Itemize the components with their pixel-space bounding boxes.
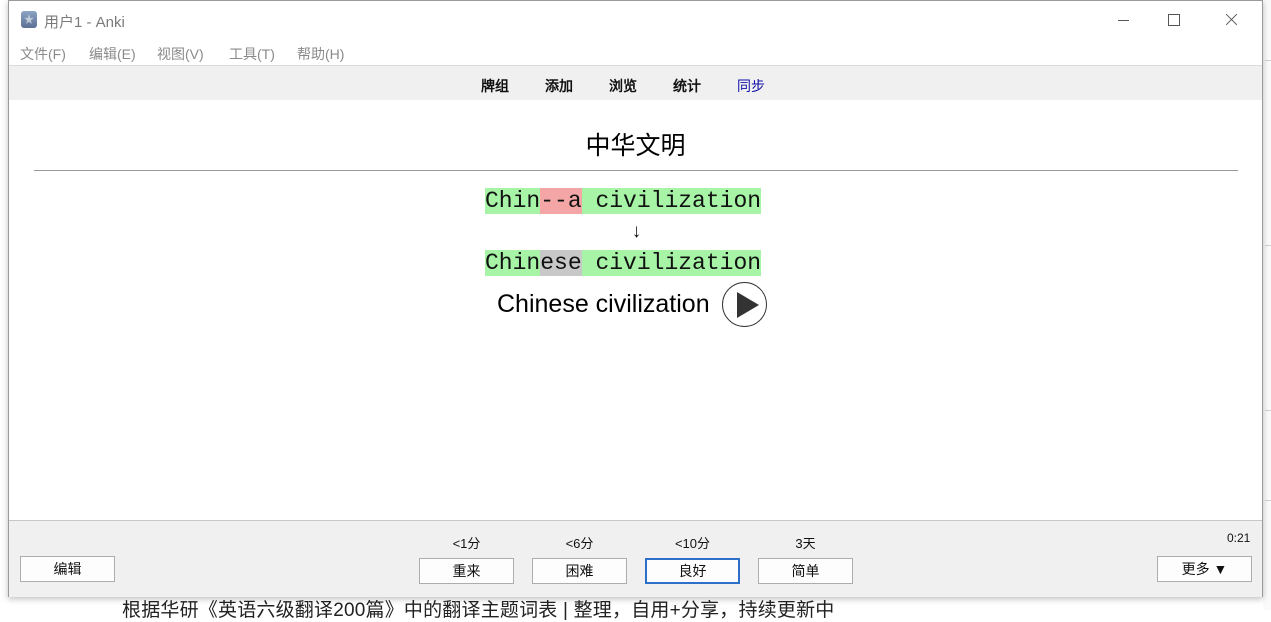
again-interval: <1分 [452,536,481,551]
review-bottom-bar: 编辑 <1分 <6分 <10分 3天 重来 困难 良好 简单 0:21 更多 ▼ [9,520,1262,597]
toolbar-browse-link[interactable]: 浏览 [609,76,637,96]
typed-match-segment: Chin [485,188,541,214]
comparison-arrow: ↓ [631,221,642,242]
toolbar-sync-link[interactable]: 同步 [737,76,765,96]
menu-tools[interactable]: 工具(T) [229,44,275,64]
anki-window: 用户1 - Anki 文件(F) 编辑(E) 视图(V) 工具(T) 帮助(H)… [8,0,1263,597]
background-page-text: 根据华研《英语六级翻译200篇》中的翻译主题词表 | 整理，自用+分享，持续更新… [122,600,835,621]
maximize-icon[interactable] [1151,5,1197,35]
easy-interval: 3天 [795,536,816,551]
menu-view[interactable]: 视图(V) [157,44,204,64]
toolbar-decks-link[interactable]: 牌组 [481,76,509,96]
good-button[interactable]: 良好 [645,558,740,584]
typed-wrong-segment: --a [540,188,582,214]
easy-button[interactable]: 简单 [758,558,853,584]
correct-missing-segment: ese [540,250,582,276]
card-divider [34,170,1238,171]
good-interval: <10分 [674,536,711,551]
play-audio-button[interactable] [722,282,767,327]
card-answer-text: Chinese civilization [497,290,710,318]
menu-help[interactable]: 帮助(H) [297,44,344,64]
title-bar[interactable]: 用户1 - Anki [9,1,1262,39]
more-button[interactable]: 更多 ▼ [1157,556,1252,582]
hard-button[interactable]: 困难 [532,558,627,584]
close-icon[interactable] [1208,5,1254,35]
window-title: 用户1 - Anki [44,14,125,31]
minimize-icon[interactable] [1101,5,1147,35]
toolbar-stats-link[interactable]: 统计 [673,76,701,96]
main-toolbar: 牌组 添加 浏览 统计 同步 [9,65,1262,100]
toolbar-add-link[interactable]: 添加 [545,76,573,96]
menu-file[interactable]: 文件(F) [20,44,66,64]
typed-match-segment: civilization [581,188,762,214]
menu-bar: 文件(F) 编辑(E) 视图(V) 工具(T) 帮助(H) [9,41,1262,65]
typed-answer-comparison: Chin--a civilization [485,187,762,215]
background-right-edge [1263,0,1271,610]
anki-logo-icon [21,11,37,28]
review-timer: 0:21 [1227,531,1251,545]
correct-answer-comparison: Chinese civilization [485,249,762,277]
again-button[interactable]: 重来 [419,558,514,584]
correct-match-segment: civilization [581,250,762,276]
play-icon [737,292,759,318]
hard-interval: <6分 [565,536,594,551]
correct-match-segment: Chin [485,250,541,276]
menu-edit[interactable]: 编辑(E) [89,44,136,64]
card-front-text: 中华文明 [585,132,686,160]
edit-button[interactable]: 编辑 [20,556,115,582]
